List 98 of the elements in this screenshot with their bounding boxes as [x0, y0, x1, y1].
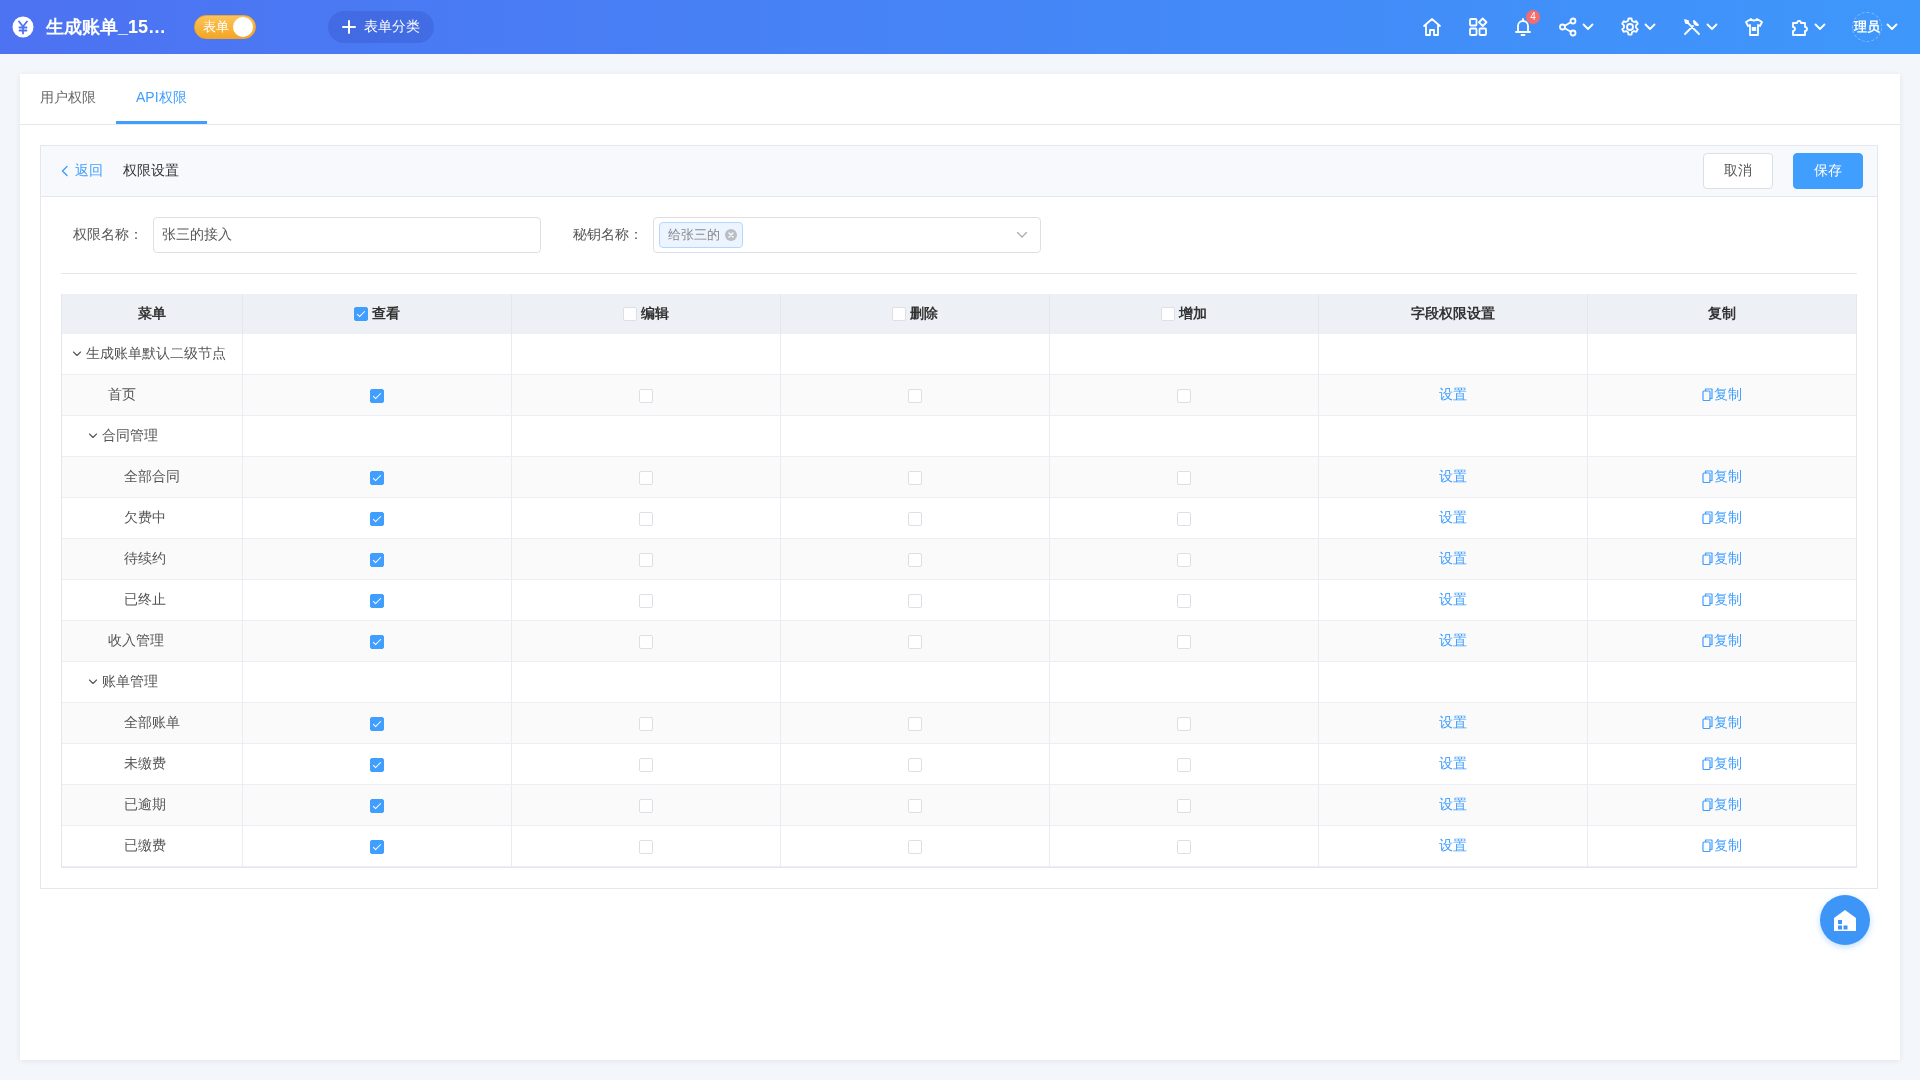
menu-name: 首页	[108, 386, 136, 404]
gear-icon[interactable]	[1620, 17, 1640, 37]
copy-icon	[1701, 511, 1713, 525]
checkbox[interactable]	[369, 717, 384, 732]
column-header: 编辑	[640, 304, 669, 323]
menu-name: 账单管理	[102, 673, 158, 691]
settings-link[interactable]: 设置	[1438, 796, 1467, 814]
settings-link[interactable]: 设置	[1438, 591, 1467, 609]
menu-name: 全部账单	[124, 714, 180, 732]
chevron-down-icon	[1814, 23, 1826, 31]
menu-name: 已逾期	[124, 796, 166, 814]
cancel-button[interactable]: 取消	[1703, 153, 1773, 189]
puzzle-icon[interactable]	[1790, 17, 1810, 37]
menu-name: 欠费中	[124, 509, 166, 527]
name-input-field[interactable]: 张三的接入	[153, 217, 541, 253]
checkbox[interactable]	[369, 389, 384, 404]
tab[interactable]: API权限	[116, 74, 207, 124]
bell-icon[interactable]	[1514, 17, 1532, 37]
tag-close-icon[interactable]	[725, 229, 737, 241]
copy-link[interactable]: 复制	[1701, 549, 1742, 568]
key-select-field[interactable]: 给张三的	[653, 217, 1041, 253]
chevron-down-icon	[1706, 23, 1718, 31]
checkbox[interactable]	[369, 553, 384, 568]
copy-link[interactable]: 复制	[1701, 631, 1742, 650]
checkbox[interactable]	[369, 635, 384, 650]
menu-name: 未缴费	[124, 755, 166, 773]
column-header: 删除	[909, 304, 938, 323]
copy-link[interactable]: 复制	[1701, 385, 1742, 404]
chevron-left-icon	[61, 165, 69, 177]
menu-name: 待续约	[124, 550, 166, 568]
checkbox[interactable]	[369, 758, 384, 773]
menu-name: 已缴费	[124, 837, 166, 855]
menu-name: 全部合同	[124, 468, 180, 486]
chevron-down-icon[interactable]	[72, 349, 82, 359]
yen-logo-icon	[12, 16, 34, 38]
menu-name: 收入管理	[108, 632, 164, 650]
copy-icon	[1701, 388, 1713, 402]
back-link[interactable]: 返回	[61, 162, 103, 180]
copy-link[interactable]: 复制	[1701, 836, 1742, 855]
copy-link[interactable]: 复制	[1701, 795, 1742, 814]
copy-link[interactable]: 复制	[1701, 590, 1742, 609]
copy-icon	[1701, 593, 1713, 607]
settings-link[interactable]: 设置	[1438, 632, 1467, 650]
copy-icon	[1701, 798, 1713, 812]
copy-icon	[1701, 552, 1713, 566]
checkbox[interactable]	[369, 594, 384, 609]
select-all-checkbox[interactable]	[353, 306, 368, 321]
plus-icon	[342, 20, 357, 34]
checkbox[interactable]	[369, 799, 384, 814]
house-icon	[1832, 908, 1858, 932]
settings-link[interactable]: 设置	[1438, 468, 1467, 486]
checkbox[interactable]	[369, 512, 384, 527]
copy-icon	[1701, 470, 1713, 484]
chevron-down-icon	[1644, 23, 1656, 31]
menu-name: 已终止	[124, 591, 166, 609]
copy-icon	[1701, 839, 1713, 853]
copy-icon	[1701, 716, 1713, 730]
panel-title: 权限设置	[123, 162, 179, 180]
column-header: 字段权限设置	[1410, 305, 1495, 321]
settings-link[interactable]: 设置	[1438, 550, 1467, 568]
column-header: 查看	[371, 304, 400, 323]
column-header: 菜单	[137, 305, 166, 321]
settings-link[interactable]: 设置	[1438, 386, 1467, 404]
copy-link[interactable]: 复制	[1701, 754, 1742, 773]
chevron-down-icon	[1582, 23, 1594, 31]
home-icon[interactable]	[1422, 17, 1442, 37]
chevron-down-icon	[1016, 231, 1028, 239]
save-button[interactable]: 保存	[1793, 153, 1863, 189]
menu-name: 合同管理	[102, 427, 158, 445]
copy-icon	[1701, 757, 1713, 771]
copy-icon	[1701, 634, 1713, 648]
tab[interactable]: 用户权限	[20, 74, 116, 124]
settings-link[interactable]: 设置	[1438, 509, 1467, 527]
settings-link[interactable]: 设置	[1438, 837, 1467, 855]
settings-link[interactable]: 设置	[1438, 714, 1467, 732]
app-title: 生成账单_15…	[46, 16, 167, 39]
chevron-down-icon[interactable]	[88, 431, 98, 441]
column-header: 增加	[1178, 304, 1207, 323]
notification-badge: 4	[1526, 10, 1540, 24]
checkbox[interactable]	[369, 471, 384, 486]
column-header: 复制	[1707, 305, 1736, 321]
field-label: 权限名称：	[73, 226, 144, 244]
mode-toggle[interactable]: 表单	[194, 15, 257, 39]
apps-icon[interactable]	[1468, 17, 1488, 37]
chevron-down-icon	[1886, 23, 1898, 31]
field-label: 秘钥名称：	[573, 226, 644, 244]
shirt-icon[interactable]	[1744, 17, 1764, 37]
copy-link[interactable]: 复制	[1701, 467, 1742, 486]
chevron-down-icon[interactable]	[88, 677, 98, 687]
settings-link[interactable]: 设置	[1438, 755, 1467, 773]
copy-link[interactable]: 复制	[1701, 713, 1742, 732]
menu-name: 生成账单默认二级节点	[86, 345, 226, 363]
share-icon[interactable]	[1558, 17, 1578, 37]
selected-tag: 给张三的	[659, 222, 743, 248]
copy-link[interactable]: 复制	[1701, 508, 1742, 527]
checkbox[interactable]	[369, 840, 384, 855]
category-button[interactable]: 表单分类	[328, 11, 435, 43]
tools-icon[interactable]	[1682, 17, 1702, 37]
